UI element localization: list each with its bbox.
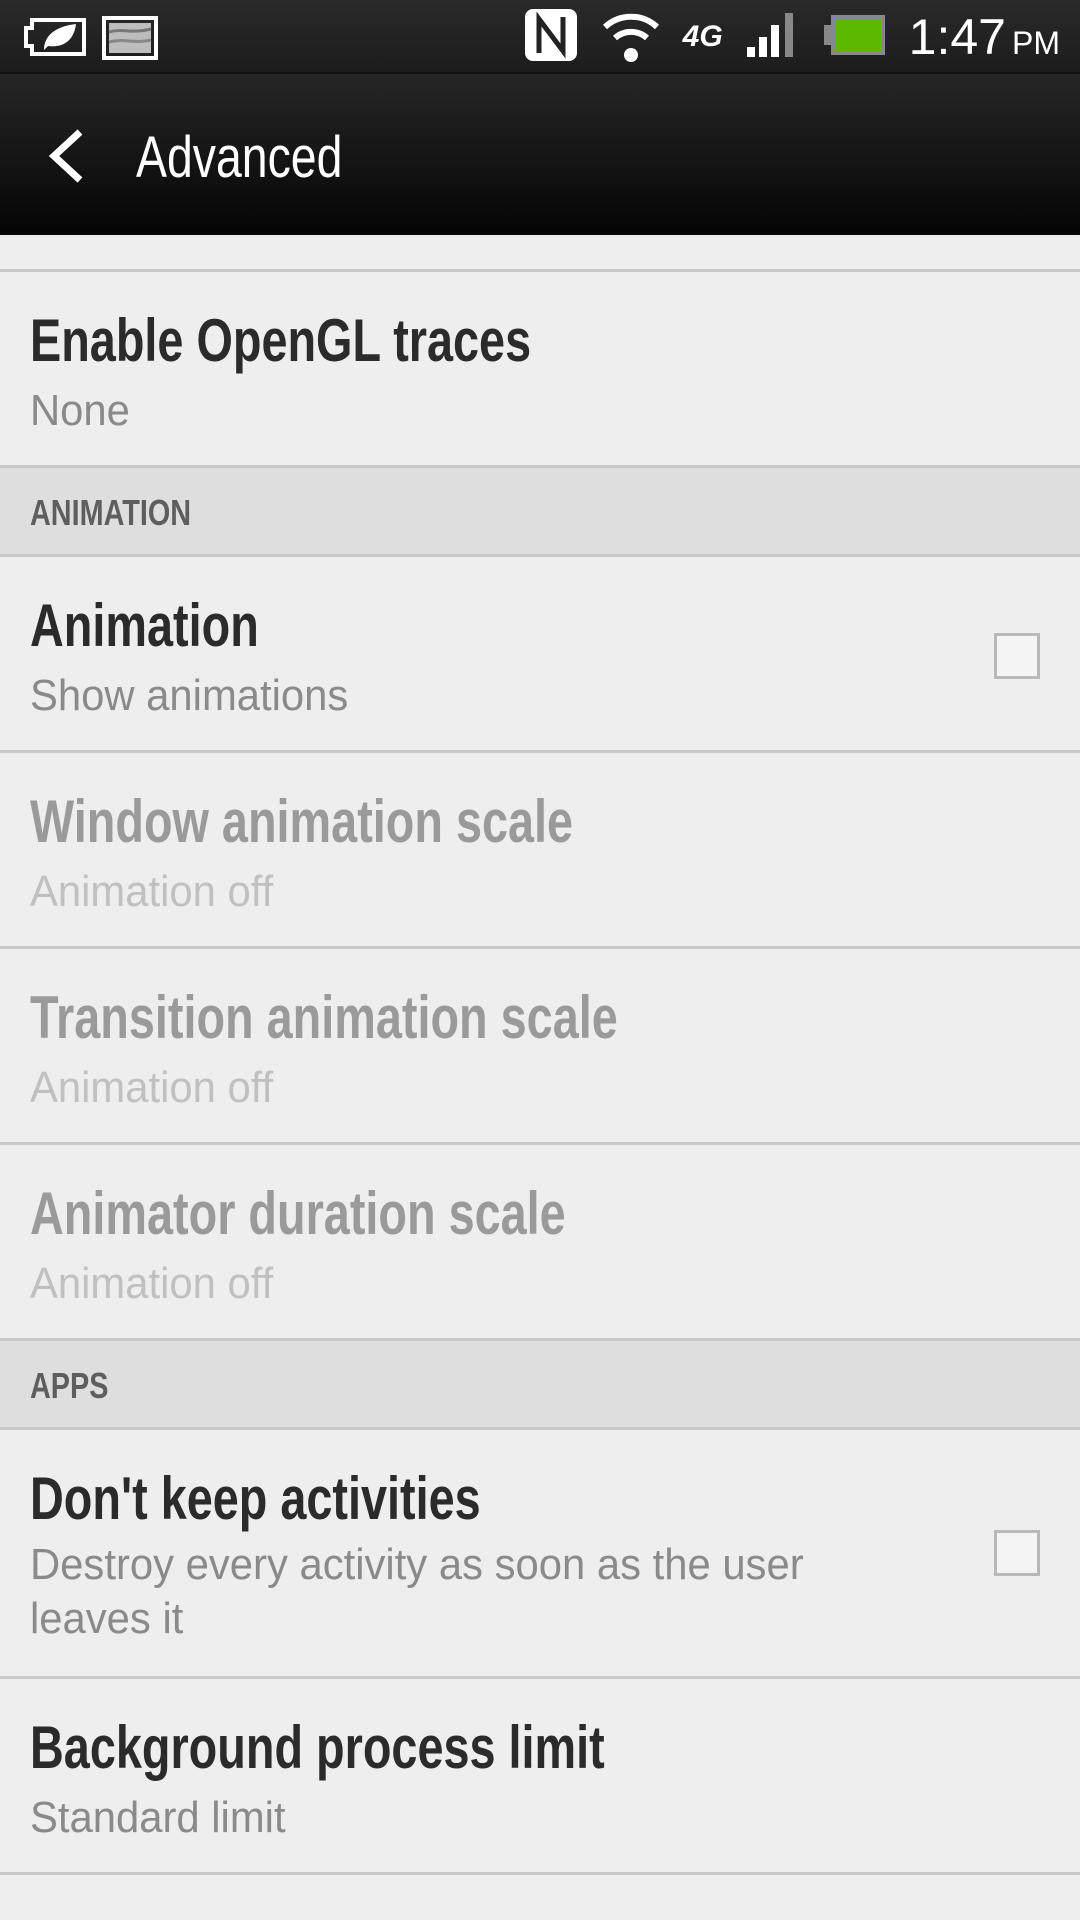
- setting-title: Animator duration scale: [30, 1180, 566, 1247]
- back-button[interactable]: [44, 128, 94, 184]
- setting-window-animation-scale: Window animation scale Animation off: [0, 753, 1080, 949]
- setting-transition-animation-scale: Transition animation scale Animation off: [0, 949, 1080, 1145]
- setting-background-process-limit[interactable]: Background process limit Standard limit: [0, 1679, 1080, 1875]
- setting-summary: Animation off: [30, 1063, 274, 1112]
- section-label: ANIMATION: [30, 492, 192, 533]
- setting-title: Don't keep activities: [30, 1465, 481, 1532]
- action-bar: Advanced: [0, 74, 1080, 235]
- clock-ampm: PM: [1012, 25, 1060, 61]
- chevron-left-icon: [48, 129, 83, 183]
- network-4g-icon: 4G: [682, 20, 723, 53]
- setting-summary: None: [30, 386, 130, 435]
- setting-animator-duration-scale: Animator duration scale Animation off: [0, 1145, 1080, 1341]
- section-label: APPS: [30, 1365, 109, 1406]
- clipped-previous-item[interactable]: [0, 235, 1080, 272]
- setting-summary: Show animations: [30, 671, 349, 720]
- setting-animation[interactable]: Animation Show animations: [0, 557, 1080, 753]
- settings-list[interactable]: Enable OpenGL traces None ANIMATION Anim…: [0, 235, 1080, 1875]
- status-bar: 4G 1:47 PM: [0, 0, 1080, 74]
- animation-checkbox[interactable]: [994, 633, 1040, 679]
- section-header-animation: ANIMATION: [0, 468, 1080, 557]
- setting-title: Background process limit: [30, 1714, 605, 1781]
- power-saver-icon: [24, 18, 86, 63]
- setting-title: Enable OpenGL traces: [30, 307, 532, 374]
- setting-summary: Destroy every activity as soon as the us…: [30, 1540, 804, 1643]
- gallery-notification-icon: [102, 16, 158, 65]
- wifi-icon: [601, 7, 661, 68]
- page-title: Advanced: [136, 125, 343, 190]
- battery-icon: [821, 13, 887, 62]
- setting-title: Window animation scale: [30, 788, 574, 855]
- setting-summary: Animation off: [30, 1259, 274, 1308]
- setting-enable-opengl-traces[interactable]: Enable OpenGL traces None: [0, 272, 1080, 468]
- setting-summary: Standard limit: [30, 1793, 286, 1842]
- signal-icon: [745, 11, 799, 64]
- clock-time: 1:47: [908, 9, 1006, 65]
- setting-title: Animation: [30, 592, 259, 659]
- setting-title: Transition animation scale: [30, 984, 618, 1051]
- section-header-apps: APPS: [0, 1341, 1080, 1430]
- setting-dont-keep-activities[interactable]: Don't keep activities Destroy every acti…: [0, 1430, 1080, 1679]
- dont-keep-activities-checkbox[interactable]: [994, 1530, 1040, 1576]
- nfc-icon: [523, 7, 579, 68]
- clock: 1:47 PM: [909, 8, 1060, 66]
- setting-summary: Animation off: [30, 867, 274, 916]
